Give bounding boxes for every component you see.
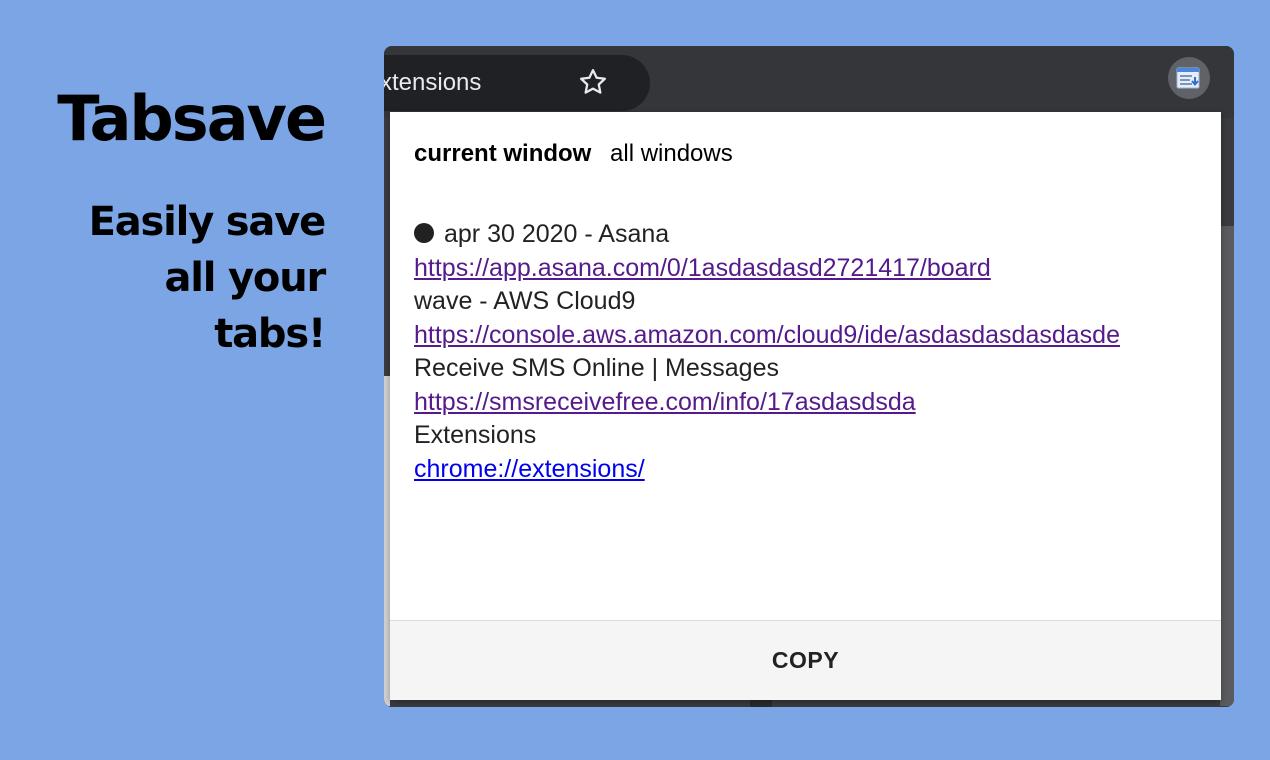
tabsave-popup: current window all windows apr 30 2020 -… <box>390 112 1221 700</box>
all-windows-option[interactable]: all windows <box>610 140 733 167</box>
tagline-line-1: Easily save <box>88 199 327 245</box>
tab-url-link[interactable]: https://smsreceivefree.com/info/17asdasd… <box>414 386 1120 420</box>
tab-list: apr 30 2020 - Asana https://app.asana.co… <box>414 218 1120 486</box>
tagline-line-3: tabs! <box>214 311 326 357</box>
window-mode-toggle: current window all windows <box>414 140 733 168</box>
app-name: Tabsave <box>57 82 327 155</box>
tab-url-link[interactable]: https://console.aws.amazon.com/cloud9/id… <box>414 319 1120 353</box>
bullet-icon <box>414 223 434 243</box>
tab-title: Extensions <box>414 421 537 449</box>
current-window-option[interactable]: current window <box>414 140 591 167</box>
tab-title: Receive SMS Online | Messages <box>414 354 779 382</box>
browser-toolbar: xtensions <box>384 46 1234 118</box>
tab-url-link[interactable]: chrome://extensions/ <box>414 453 1120 487</box>
background-page-edge-right <box>1220 226 1234 706</box>
address-bar[interactable]: xtensions <box>384 55 650 111</box>
copy-button[interactable]: COPY <box>390 620 1221 700</box>
promo-text: Tabsave Easily save all your tabs! <box>40 82 327 362</box>
browser-window: xtensions current window all windows apr… <box>384 46 1234 707</box>
tagline: Easily save all your tabs! <box>40 194 327 362</box>
copy-button-label: COPY <box>771 647 840 673</box>
tab-title: wave - AWS Cloud9 <box>414 287 636 315</box>
star-icon[interactable] <box>578 67 608 97</box>
address-bar-text: xtensions <box>384 69 482 96</box>
tab-url-link[interactable]: https://app.asana.com/0/1asdasdasd272141… <box>414 252 1120 286</box>
tab-title: apr 30 2020 - Asana <box>414 218 1120 252</box>
tabsave-extension-icon[interactable] <box>1168 57 1210 99</box>
tagline-line-2: all your <box>164 255 327 301</box>
